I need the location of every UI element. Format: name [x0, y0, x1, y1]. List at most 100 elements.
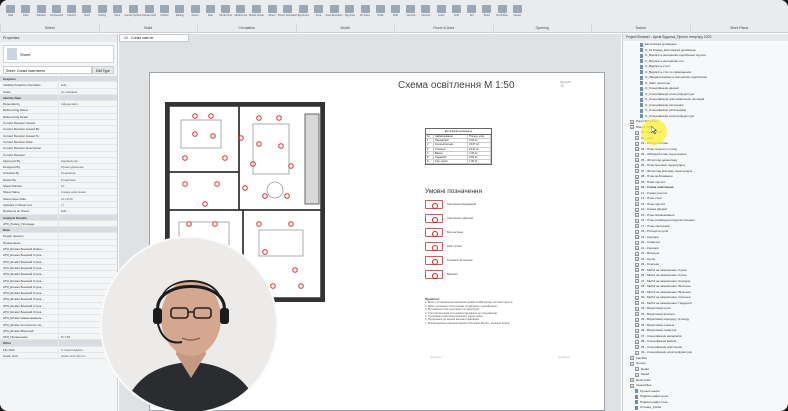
property-value[interactable]: Керівництво — [58, 157, 117, 164]
ribbon-tool-button[interactable]: Set — [465, 3, 478, 23]
ribbon-tool-button[interactable]: Tag Room — [297, 3, 310, 23]
tree-expand-icon[interactable]: + — [630, 125, 634, 130]
tree-expand-icon[interactable]: + — [635, 279, 639, 284]
ribbon-tool-button[interactable]: Door — [19, 3, 32, 23]
property-row[interactable]: Guide Grid Guide Grid 10 mm — [0, 353, 117, 360]
tree-expand-icon[interactable]: + — [635, 350, 639, 355]
document-tab[interactable]: 10 - Схема освітле — [119, 34, 189, 42]
tree-expand-icon[interactable]: + — [635, 295, 639, 300]
tree-expand-icon[interactable]: + — [635, 339, 639, 344]
tree-expand-icon[interactable]: + — [635, 262, 639, 267]
property-value[interactable] — [58, 220, 117, 227]
ribbon-tool-button[interactable]: Area Boundary — [326, 3, 343, 23]
tree-expand-icon[interactable]: + — [635, 163, 639, 168]
property-value[interactable] — [58, 233, 117, 239]
tree-expand-icon[interactable]: + — [635, 229, 639, 234]
property-value[interactable]: 10.10.20 — [58, 195, 117, 201]
type-selector[interactable]: Sheet — [3, 45, 114, 63]
tree-expand-icon[interactable]: + — [635, 251, 639, 256]
tree-expand-icon[interactable]: + — [635, 224, 639, 229]
tree-expand-icon[interactable]: + — [635, 202, 639, 207]
ribbon-tool-button[interactable]: Floor — [111, 3, 124, 23]
tree-expand-icon[interactable]: + — [635, 257, 639, 262]
tree-expand-icon[interactable]: + — [635, 312, 639, 317]
ribbon-tool-button[interactable]: Ceiling — [96, 3, 109, 23]
tree-expand-icon[interactable]: + — [635, 152, 639, 157]
ribbon-tool-button[interactable]: Component — [50, 3, 63, 23]
tree-expand-icon[interactable]: + — [635, 345, 639, 350]
tree-expand-icon[interactable]: + — [635, 273, 639, 278]
tree-expand-icon[interactable]: + — [635, 284, 639, 289]
tree-expand-icon[interactable]: + — [635, 240, 639, 245]
tree-expand-icon[interactable]: + — [635, 323, 639, 328]
property-value[interactable] — [58, 239, 117, 246]
property-value[interactable]: 10 — [58, 183, 117, 189]
tree-expand-icon[interactable]: + — [635, 180, 639, 185]
tree-expand-icon[interactable]: + — [635, 328, 639, 333]
tree-expand-icon[interactable]: + — [635, 246, 639, 251]
tree-expand-icon[interactable]: + — [635, 317, 639, 322]
tree-expand-icon[interactable]: + — [630, 119, 634, 124]
tree-expand-icon[interactable]: + — [635, 334, 639, 339]
property-value[interactable] — [58, 126, 117, 132]
ribbon-tool-button[interactable]: Column — [65, 3, 78, 23]
property-value[interactable] — [58, 120, 117, 126]
tree-expand-icon[interactable]: + — [635, 207, 639, 212]
tree-expand-icon[interactable]: + — [635, 158, 639, 163]
tree-expand-icon[interactable]: + — [630, 356, 634, 361]
property-value[interactable]: Independent — [58, 101, 117, 107]
ribbon-tool-button[interactable]: Grid — [450, 3, 463, 23]
tree-expand-icon[interactable]: + — [635, 174, 639, 179]
tree-expand-icon[interactable]: + — [635, 196, 639, 201]
tree-expand-icon[interactable]: + — [635, 141, 639, 146]
tree-expand-icon[interactable]: + — [635, 268, 639, 273]
ribbon-tool-button[interactable]: Curtain System — [124, 3, 142, 23]
property-value[interactable] — [58, 151, 117, 157]
property-value[interactable]: Edit... — [58, 82, 117, 88]
ribbon-tool-button[interactable]: Level — [435, 3, 448, 23]
tree-expand-icon[interactable]: + — [635, 301, 639, 306]
ribbon-tool-button[interactable]: Model Text — [219, 3, 232, 23]
tree-expand-icon[interactable]: + — [635, 147, 639, 152]
edit-type-button[interactable]: Edit Type — [92, 66, 114, 74]
tree-expand-icon[interactable]: + — [635, 306, 639, 311]
ribbon-tool-button[interactable]: Viewer — [511, 3, 524, 23]
tree-expand-icon[interactable]: + — [635, 191, 639, 196]
tree-expand-icon[interactable]: + — [630, 361, 634, 366]
tree-expand-icon[interactable]: + — [630, 378, 634, 383]
instance-selector[interactable]: Sheet: Схема освітлення — [3, 66, 92, 74]
ribbon-tool-button[interactable]: Model Group — [249, 3, 264, 23]
ribbon-tool-button[interactable]: Room — [265, 3, 278, 23]
property-value[interactable]: Edit... — [58, 208, 117, 214]
ribbon-tool-button[interactable]: Roof — [80, 3, 93, 23]
property-value[interactable] — [58, 145, 117, 151]
ribbon-tool-button[interactable]: Window — [34, 3, 47, 23]
tree-expand-icon[interactable]: + — [635, 130, 639, 135]
property-value[interactable] — [58, 258, 117, 264]
tree-expand-icon[interactable]: + — [635, 235, 639, 240]
property-value[interactable] — [58, 113, 117, 120]
ribbon-tool-button[interactable]: Dormer — [419, 3, 432, 23]
property-value[interactable]: Перевірив — [58, 170, 117, 176]
ribbon-tool-button[interactable]: By Face — [358, 3, 371, 23]
tree-expand-icon[interactable]: + — [635, 367, 639, 372]
property-value[interactable] — [58, 246, 117, 252]
tree-expand-icon[interactable]: + — [635, 185, 639, 190]
property-value[interactable] — [58, 277, 117, 283]
ribbon-tool-button[interactable]: Vertical — [404, 3, 417, 23]
property-value[interactable] — [58, 132, 117, 138]
tree-expand-icon[interactable]: + — [635, 372, 639, 377]
property-value[interactable]: Схема освітлення — [58, 189, 117, 195]
property-value[interactable] — [58, 107, 117, 113]
tree-expand-icon[interactable]: + — [635, 290, 639, 295]
ribbon-tool-button[interactable]: Shaft — [374, 3, 387, 23]
property-value[interactable] — [58, 138, 117, 145]
ribbon-tool-button[interactable]: Model Line — [234, 3, 247, 23]
tree-expand-icon[interactable]: + — [630, 383, 634, 388]
ribbon-tool-button[interactable]: Ref Plane — [496, 3, 509, 23]
ribbon-tool-button[interactable]: Mullion — [158, 3, 171, 23]
ribbon-tool-button[interactable]: Wall — [389, 3, 402, 23]
property-value[interactable] — [58, 252, 117, 258]
tree-expand-icon[interactable]: + — [635, 136, 639, 141]
property-value[interactable]: Проектувальник — [58, 164, 117, 170]
